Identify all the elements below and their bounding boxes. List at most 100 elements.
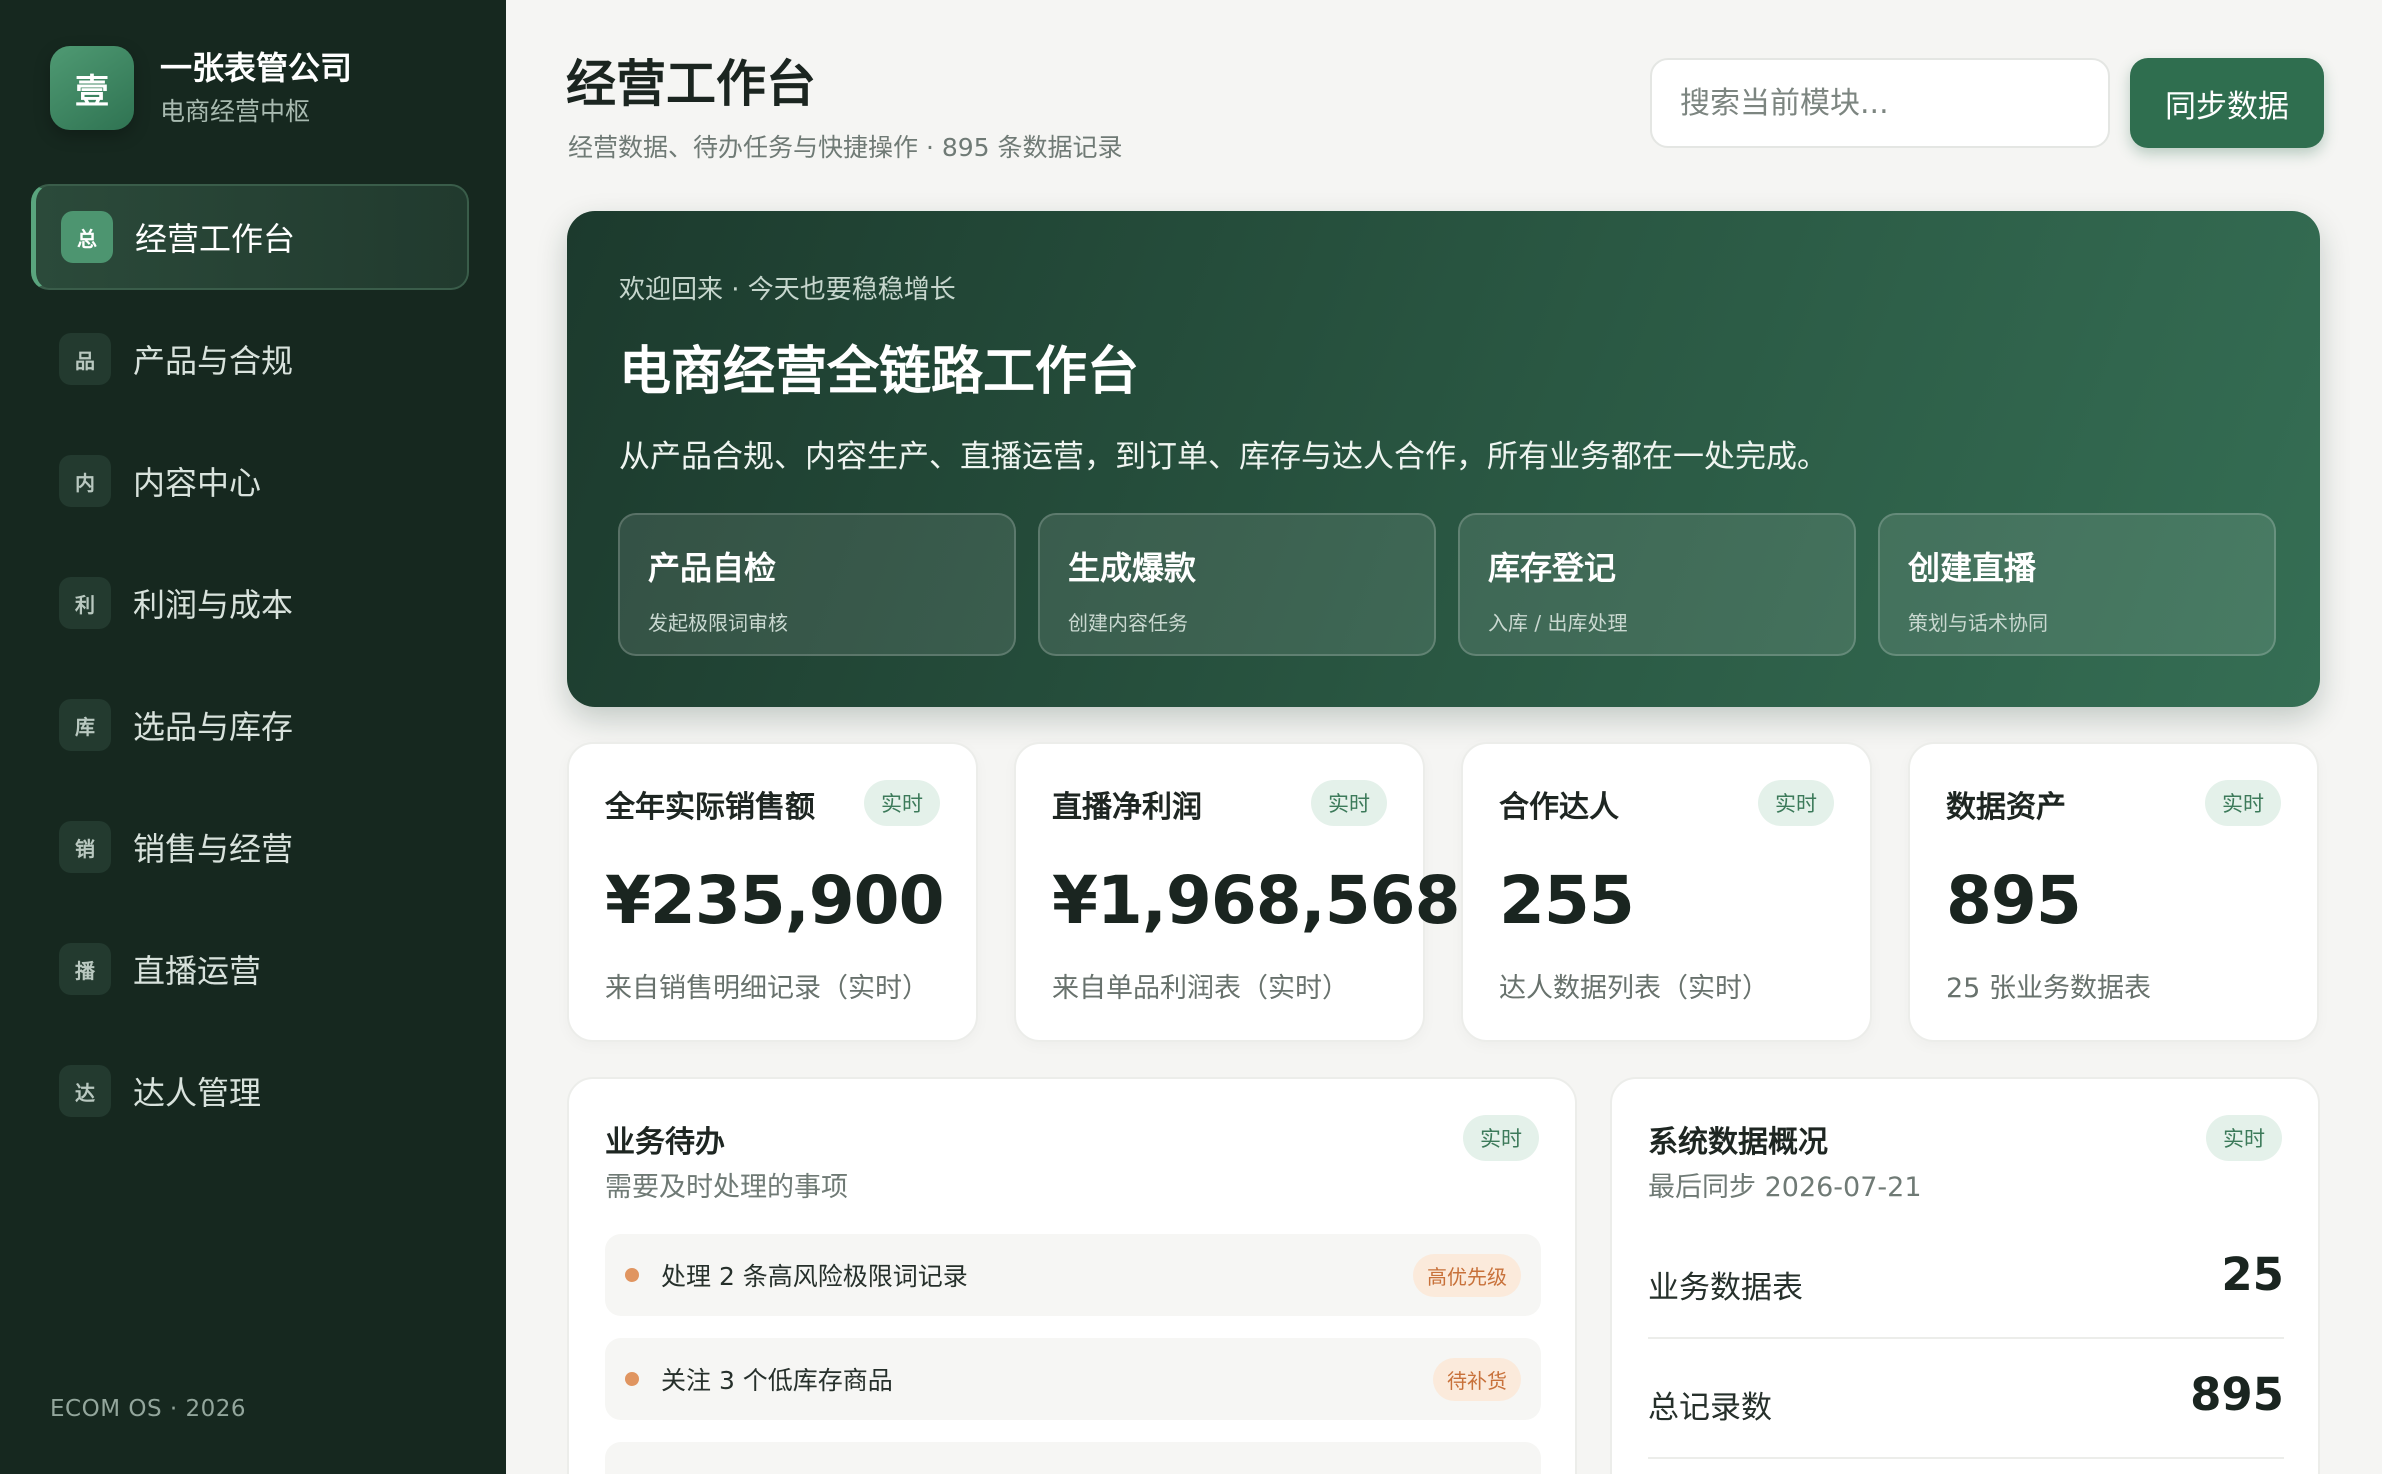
quick-action-subtitle: 创建内容任务	[1068, 611, 1188, 635]
status-dot-icon	[625, 1372, 639, 1386]
system-row-label: 总记录数	[1648, 1390, 1772, 1426]
influencer-icon: 达	[59, 1065, 111, 1117]
realtime-badge: 实时	[2206, 1115, 2282, 1161]
todo-text: 处理 2 条高风险极限词记录	[661, 1262, 968, 1291]
todo-text: 关注 3 个低库存商品	[661, 1366, 893, 1395]
stat-label: 合作达人	[1499, 790, 1619, 825]
stat-note: 达人数据列表（实时）	[1499, 973, 1769, 1004]
sync-data-button[interactable]: 同步数据	[2130, 58, 2324, 148]
quick-action-inventory-register[interactable]: 库存登记 入库 / 出库处理	[1458, 513, 1856, 656]
business-todo-panel: 业务待办 需要及时处理的事项 实时 处理 2 条高风险极限词记录 高优先级 关注…	[567, 1077, 1577, 1474]
system-row-label: 业务数据表	[1648, 1270, 1803, 1306]
stat-note: 25 张业务数据表	[1946, 973, 2151, 1004]
realtime-badge: 实时	[1463, 1115, 1539, 1161]
stat-value: ¥235,900	[605, 862, 945, 939]
sidebar-item-sales-operations[interactable]: 销 销售与经营	[31, 794, 469, 900]
profit-icon: 利	[59, 577, 111, 629]
list-item[interactable]: 处理 2 条高风险极限词记录 高优先级	[605, 1234, 1541, 1316]
realtime-badge: 实时	[864, 780, 940, 826]
quick-action-title: 库存登记	[1488, 549, 1617, 587]
stat-note: 来自单品利润表（实时）	[1052, 973, 1349, 1004]
page-title: 经营工作台	[566, 55, 816, 113]
stat-note: 来自销售明细记录（实时）	[605, 973, 929, 1004]
quick-action-create-live[interactable]: 创建直播 策划与话术协同	[1878, 513, 2276, 656]
stat-card-annual-sales: 全年实际销售额 实时 ¥235,900 来自销售明细记录（实时）	[567, 742, 978, 1042]
priority-badge: 待补货	[1433, 1357, 1521, 1401]
panel-title: 系统数据概况	[1648, 1125, 1828, 1160]
status-dot-icon	[625, 1268, 639, 1282]
sidebar-item-label: 直播运营	[133, 952, 262, 990]
list-item[interactable]	[605, 1442, 1541, 1474]
brand[interactable]: 壹 一张表管公司 电商经营中枢	[50, 46, 352, 130]
stat-label: 数据资产	[1946, 790, 2066, 825]
system-row-value: 25	[2221, 1248, 2284, 1301]
quick-action-subtitle: 入库 / 出库处理	[1488, 611, 1628, 635]
sidebar-item-label: 销售与经营	[133, 830, 294, 868]
priority-badge: 高优先级	[1413, 1253, 1521, 1297]
main-content: 经营工作台 经营数据、待办任务与快捷操作 · 895 条数据记录 同步数据 欢迎…	[506, 0, 2382, 1474]
stat-cards: 全年实际销售额 实时 ¥235,900 来自销售明细记录（实时） 直播净利润 实…	[567, 742, 2319, 1042]
system-row-records: 总记录数 895	[1648, 1339, 2284, 1459]
brand-name: 一张表管公司	[160, 49, 353, 87]
sidebar-item-label: 达人管理	[133, 1074, 262, 1112]
dashboard-icon: 总	[61, 211, 113, 263]
content-icon: 内	[59, 455, 111, 507]
todo-list: 处理 2 条高风险极限词记录 高优先级 关注 3 个低库存商品 待补货	[605, 1234, 1541, 1474]
panel-subtitle: 需要及时处理的事项	[605, 1172, 848, 1203]
sidebar-item-label: 产品与合规	[133, 342, 294, 380]
sales-icon: 销	[59, 821, 111, 873]
stat-label: 全年实际销售额	[605, 790, 815, 825]
stat-card-live-net-profit: 直播净利润 实时 ¥1,968,568 来自单品利润表（实时）	[1014, 742, 1461, 1042]
brand-text: 一张表管公司 电商经营中枢	[160, 48, 352, 128]
hero-welcome: 欢迎回来 · 今天也要稳稳增长	[619, 275, 956, 305]
quick-action-title: 产品自检	[648, 549, 777, 587]
sidebar-item-content-center[interactable]: 内 内容中心	[31, 428, 469, 534]
stat-value: ¥1,968,568	[1052, 862, 1461, 939]
hero-banner: 欢迎回来 · 今天也要稳稳增长 电商经营全链路工作台 从产品合规、内容生产、直播…	[567, 211, 2320, 707]
stat-card-influencers: 合作达人 实时 255 达人数据列表（实时）	[1461, 742, 1872, 1042]
sidebar-item-label: 内容中心	[133, 464, 262, 502]
sidebar-item-profit-cost[interactable]: 利 利润与成本	[31, 550, 469, 656]
quick-action-product-check[interactable]: 产品自检 发起极限词审核	[618, 513, 1016, 656]
product-icon: 品	[59, 333, 111, 385]
quick-action-subtitle: 策划与话术协同	[1908, 611, 2048, 635]
list-item[interactable]: 关注 3 个低库存商品 待补货	[605, 1338, 1541, 1420]
system-row-value: 895	[2190, 1368, 2284, 1421]
sidebar-item-label: 选品与库存	[133, 708, 294, 746]
sidebar-footer: ECOM OS · 2026	[50, 1396, 247, 1422]
page-subtitle: 经营数据、待办任务与快捷操作 · 895 条数据记录	[568, 133, 1123, 162]
hero-description: 从产品合规、内容生产、直播运营，到订单、库存与达人合作，所有业务都在一处完成。	[619, 439, 1828, 475]
quick-action-title: 生成爆款	[1068, 549, 1197, 587]
quick-actions: 产品自检 发起极限词审核 生成爆款 创建内容任务 库存登记 入库 / 出库处理 …	[618, 513, 2276, 656]
realtime-badge: 实时	[1311, 780, 1387, 826]
sidebar-item-influencer-management[interactable]: 达 达人管理	[31, 1038, 469, 1144]
search-input[interactable]	[1650, 58, 2110, 148]
app-root: 壹 一张表管公司 电商经营中枢 总 经营工作台 品 产品与合规 内 内容中心 利…	[0, 0, 2382, 1474]
sidebar-item-selection-inventory[interactable]: 库 选品与库存	[31, 672, 469, 778]
system-overview-panel: 系统数据概况 最后同步 2026-07-21 实时 业务数据表 25 总记录数 …	[1610, 1077, 2320, 1474]
inventory-icon: 库	[59, 699, 111, 751]
stat-card-data-assets: 数据资产 实时 895 25 张业务数据表	[1908, 742, 2319, 1042]
sidebar-item-live-operations[interactable]: 播 直播运营	[31, 916, 469, 1022]
realtime-badge: 实时	[1758, 780, 1834, 826]
brand-subtitle: 电商经营中枢	[160, 97, 311, 126]
brand-logo: 壹	[50, 46, 134, 130]
live-icon: 播	[59, 943, 111, 995]
sidebar-item-label: 利润与成本	[133, 586, 294, 624]
quick-action-generate-hit[interactable]: 生成爆款 创建内容任务	[1038, 513, 1436, 656]
sidebar: 壹 一张表管公司 电商经营中枢 总 经营工作台 品 产品与合规 内 内容中心 利…	[0, 0, 506, 1474]
panel-title: 业务待办	[605, 1125, 725, 1160]
realtime-badge: 实时	[2205, 780, 2281, 826]
sidebar-nav: 总 经营工作台 品 产品与合规 内 内容中心 利 利润与成本 库 选品与库存 销…	[31, 184, 469, 1160]
hero-title: 电商经营全链路工作台	[619, 342, 1140, 402]
stat-label: 直播净利润	[1052, 790, 1202, 825]
sidebar-item-product-compliance[interactable]: 品 产品与合规	[31, 306, 469, 412]
system-row-tables: 业务数据表 25	[1648, 1219, 2284, 1339]
sidebar-item-dashboard[interactable]: 总 经营工作台	[31, 184, 469, 290]
quick-action-title: 创建直播	[1908, 549, 2037, 587]
quick-action-subtitle: 发起极限词审核	[648, 611, 788, 635]
stat-value: 255	[1499, 862, 1635, 939]
sidebar-item-label: 经营工作台	[135, 220, 296, 258]
stat-value: 895	[1946, 862, 2082, 939]
last-sync-text: 最后同步 2026-07-21	[1648, 1172, 1922, 1203]
